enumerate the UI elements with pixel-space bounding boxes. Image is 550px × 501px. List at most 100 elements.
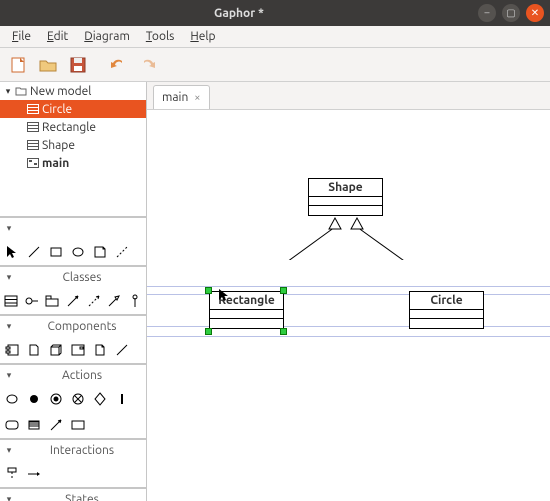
- open-button[interactable]: [34, 51, 62, 79]
- diagram-canvas[interactable]: Shape Rectangle Circle: [147, 110, 550, 501]
- tool-artifact[interactable]: [24, 340, 44, 360]
- tool-flow-final[interactable]: [46, 389, 66, 409]
- save-button[interactable]: [64, 51, 92, 79]
- tree-item-circle[interactable]: Circle: [0, 100, 146, 118]
- palette-basic: ▾: [0, 217, 146, 266]
- window-maximize-button[interactable]: ▢: [502, 4, 520, 22]
- tool-interface[interactable]: [23, 291, 42, 311]
- palette-components: ▾Components: [0, 315, 146, 364]
- tool-node[interactable]: [46, 340, 66, 360]
- title-bar: Gaphor * – ▢ ✕: [0, 0, 550, 26]
- tree-item-shape[interactable]: Shape: [0, 136, 146, 154]
- tool-package[interactable]: [43, 291, 62, 311]
- uml-class-name: Circle: [410, 292, 483, 310]
- menu-bar: File Edit Diagram Tools Help: [0, 26, 550, 48]
- palette-header: States: [18, 493, 146, 501]
- palette-header: Actions: [18, 369, 146, 382]
- tree-item-label: Circle: [42, 103, 72, 116]
- tool-box[interactable]: [46, 242, 66, 262]
- tool-comment[interactable]: [90, 242, 110, 262]
- diagram-edges: [147, 110, 447, 260]
- resize-handle-ne[interactable]: [280, 287, 287, 294]
- uml-class-name: Shape: [309, 179, 382, 197]
- tool-line[interactable]: [24, 242, 44, 262]
- folder-icon: [14, 85, 28, 97]
- tree-item-label: Shape: [42, 139, 75, 152]
- palette-states: ▾States: [0, 488, 146, 501]
- uml-class-circle[interactable]: Circle: [409, 291, 484, 329]
- tool-activity-final[interactable]: [24, 389, 44, 409]
- tool-class[interactable]: [2, 291, 21, 311]
- tool-bar[interactable]: [112, 389, 132, 409]
- class-icon: [26, 140, 40, 150]
- palette-collapse-icon[interactable]: ▾: [0, 223, 18, 234]
- diagram-icon: [26, 158, 40, 168]
- tool-device[interactable]: [68, 340, 88, 360]
- class-icon: [26, 104, 40, 114]
- tool-send-signal[interactable]: [24, 415, 44, 435]
- resize-handle-sw[interactable]: [205, 328, 212, 335]
- toolbar: [0, 48, 550, 82]
- tool-lifeline[interactable]: [2, 464, 22, 484]
- menu-diagram[interactable]: Diagram: [76, 28, 138, 45]
- menu-help[interactable]: Help: [182, 28, 223, 45]
- tree-item-rectangle[interactable]: Rectangle: [0, 118, 146, 136]
- tool-fork[interactable]: [90, 389, 110, 409]
- undo-button[interactable]: [104, 51, 132, 79]
- tool-component[interactable]: [2, 340, 22, 360]
- uml-class-shape[interactable]: Shape: [308, 178, 383, 216]
- left-panel: ▾ New model Circle Rectangle Shape: [0, 82, 147, 501]
- undo-icon: [108, 55, 128, 75]
- tool-initial-node[interactable]: [2, 389, 22, 409]
- tab-close-icon[interactable]: ×: [194, 92, 200, 104]
- open-icon: [38, 55, 58, 75]
- menu-file[interactable]: File: [4, 28, 39, 45]
- editor-area: main × Shape: [147, 82, 550, 501]
- menu-tools[interactable]: Tools: [138, 28, 183, 45]
- palette-header: Components: [18, 320, 146, 333]
- tool-comment-line[interactable]: [112, 242, 132, 262]
- palette-collapse-icon[interactable]: ▾: [0, 272, 18, 283]
- menu-edit[interactable]: Edit: [39, 28, 76, 45]
- palette-classes: ▾Classes: [0, 266, 146, 315]
- tab-main[interactable]: main ×: [153, 85, 210, 109]
- tab-label: main: [162, 91, 188, 104]
- tool-ellipse[interactable]: [68, 242, 88, 262]
- tree-expand-icon[interactable]: ▾: [2, 86, 14, 97]
- model-tree[interactable]: ▾ New model Circle Rectangle Shape: [0, 82, 146, 217]
- cursor-icon: [218, 288, 230, 302]
- palette-header: Classes: [18, 271, 146, 284]
- palette-collapse-icon[interactable]: ▾: [0, 321, 18, 332]
- tool-generalization[interactable]: [105, 291, 124, 311]
- palette-collapse-icon[interactable]: ▾: [0, 494, 18, 501]
- tree-item-main[interactable]: main: [0, 154, 146, 172]
- tree-item-label: main: [42, 157, 69, 170]
- tool-connector[interactable]: [112, 340, 132, 360]
- alignment-guide: [147, 326, 550, 327]
- tool-decision[interactable]: [68, 389, 88, 409]
- tool-action[interactable]: [2, 415, 22, 435]
- palette-interactions: ▾Interactions: [0, 439, 146, 488]
- uml-class-rectangle[interactable]: Rectangle: [209, 291, 284, 329]
- redo-button[interactable]: [134, 51, 162, 79]
- palette-collapse-icon[interactable]: ▾: [0, 445, 18, 456]
- palette-collapse-icon[interactable]: ▾: [0, 370, 18, 381]
- resize-handle-se[interactable]: [280, 328, 287, 335]
- tool-object-flow[interactable]: [68, 415, 88, 435]
- tool-pointer[interactable]: [2, 242, 22, 262]
- tool-implementation[interactable]: [125, 291, 144, 311]
- tree-root[interactable]: ▾ New model: [0, 82, 146, 100]
- tool-message[interactable]: [24, 464, 44, 484]
- tree-item-label: Rectangle: [42, 121, 96, 134]
- tool-subsystem[interactable]: [90, 340, 110, 360]
- alignment-guide: [147, 294, 550, 295]
- tool-association[interactable]: [64, 291, 83, 311]
- window-close-button[interactable]: ✕: [526, 4, 544, 22]
- tool-dependency[interactable]: [84, 291, 103, 311]
- tool-accept-event[interactable]: [46, 415, 66, 435]
- resize-handle-nw[interactable]: [205, 287, 212, 294]
- tree-root-label: New model: [30, 85, 91, 98]
- class-icon: [26, 122, 40, 132]
- window-minimize-button[interactable]: –: [478, 4, 496, 22]
- new-file-button[interactable]: [4, 51, 32, 79]
